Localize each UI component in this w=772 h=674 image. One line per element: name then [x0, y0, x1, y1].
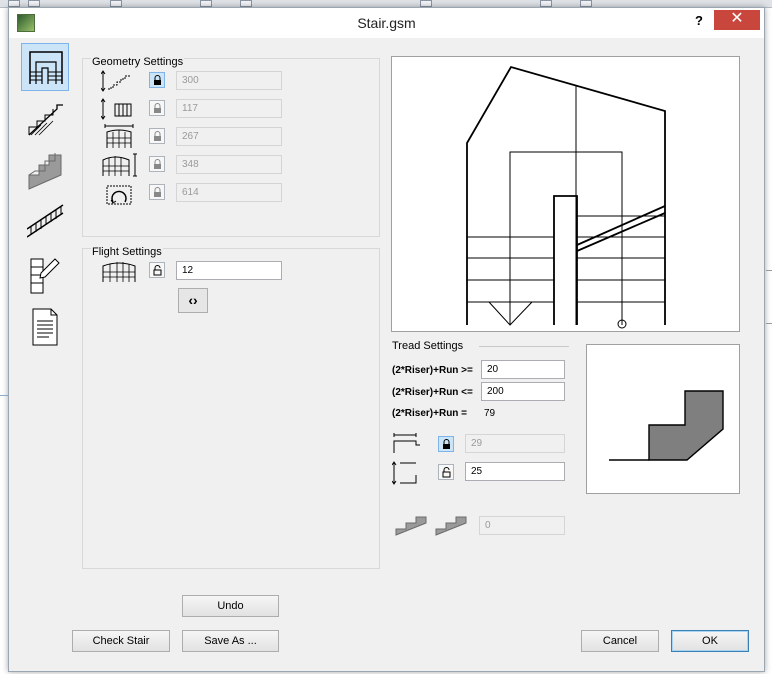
riser-count-icon: [101, 98, 132, 120]
railing-tab[interactable]: [21, 199, 69, 247]
lock-closed-icon: [154, 187, 161, 197]
railing-icon: [27, 204, 64, 238]
lock-closed-icon: [154, 159, 161, 169]
stair-width-icon: [104, 124, 134, 148]
toolbar-icon: [540, 0, 552, 7]
stair-plan-drawing: [466, 65, 666, 329]
background-line: [766, 270, 772, 271]
window-title: Stair.gsm: [357, 15, 416, 31]
lock-closed-icon: [154, 103, 161, 113]
stair-length-icon: [102, 153, 137, 177]
tread-section-drawing: [609, 390, 724, 461]
riser-height-field[interactable]: 25: [465, 462, 565, 481]
lock-closed-icon: [154, 75, 161, 85]
lock-toggle[interactable]: [438, 464, 454, 480]
help-button[interactable]: ?: [689, 13, 709, 31]
stair-turn-icon: [106, 185, 132, 205]
ok-button[interactable]: OK: [671, 630, 749, 652]
tread-settings-title: Tread Settings: [392, 340, 464, 352]
background-line: [0, 395, 8, 396]
geometry-tab[interactable]: [21, 43, 69, 91]
rule-result-label: (2*Riser)+Run =: [392, 408, 468, 419]
riser-height-icon: [392, 461, 417, 485]
save-as-button[interactable]: Save As ...: [182, 630, 279, 652]
lock-open-icon: [153, 265, 162, 276]
plan-symbol-icon: [30, 258, 60, 294]
flight-settings-group: Flight Settings: [82, 246, 380, 569]
structure-tab[interactable]: [21, 95, 69, 143]
lock-toggle[interactable]: [149, 128, 165, 144]
lock-toggle[interactable]: [149, 72, 165, 88]
background-line: [766, 323, 772, 324]
tread-section-preview: [586, 344, 740, 494]
lock-closed-icon: [443, 439, 450, 449]
toolbar-icon: [8, 0, 20, 7]
stair-plan-icon: [29, 51, 63, 84]
document-icon: [32, 308, 58, 346]
max-rule-field[interactable]: 200: [481, 382, 565, 401]
undo-button[interactable]: Undo: [182, 595, 279, 617]
tread-run-icon: [393, 433, 420, 453]
toolbar-icon: [580, 0, 592, 7]
stair-plan-preview: [391, 56, 740, 332]
toolbar-icon: [200, 0, 212, 7]
close-button[interactable]: ✕: [714, 10, 760, 30]
lock-toggle[interactable]: [149, 262, 165, 278]
toolbar-icon: [420, 0, 432, 7]
flight-count-field[interactable]: 12: [176, 261, 282, 280]
lock-open-icon: [442, 467, 451, 478]
lock-toggle[interactable]: [438, 436, 454, 452]
total-height-icon: [101, 70, 131, 92]
nosing-depth-icon: [435, 516, 467, 536]
flight-icon: [102, 262, 136, 282]
stair-turn-field[interactable]: 614: [176, 183, 282, 202]
group-title: Geometry Settings: [91, 56, 185, 68]
lock-closed-icon: [154, 131, 161, 141]
stair-settings-dialog: Stair.gsm ? ✕ Geometry Settings 300 117 …: [8, 7, 765, 672]
tread-run-field[interactable]: 29: [465, 434, 565, 453]
stair-tread-3d-icon: [28, 153, 62, 190]
listing-tab[interactable]: [21, 303, 69, 351]
divider: [479, 346, 569, 347]
symbol-tab[interactable]: [21, 251, 69, 299]
lock-toggle[interactable]: [149, 184, 165, 200]
nosing-field[interactable]: 0: [479, 516, 565, 535]
cancel-button[interactable]: Cancel: [581, 630, 659, 652]
nosing-icon: [395, 516, 427, 536]
flight-stepper-button[interactable]: ‹›: [178, 288, 208, 313]
rule-result-value: 79: [484, 408, 496, 419]
lock-toggle[interactable]: [149, 156, 165, 172]
stair-width-field[interactable]: 267: [176, 127, 282, 146]
riser-field[interactable]: 117: [176, 99, 282, 118]
stair-length-field[interactable]: 348: [176, 155, 282, 174]
finish-tab[interactable]: [21, 147, 69, 195]
stair-section-icon: [28, 104, 63, 136]
title-bar[interactable]: Stair.gsm ? ✕: [9, 8, 764, 38]
min-rule-label: (2*Riser)+Run >=: [392, 365, 473, 376]
toolbar-icon: [110, 0, 122, 7]
toolbar-icon: [240, 0, 252, 7]
check-stair-button[interactable]: Check Stair: [72, 630, 170, 652]
total-height-field[interactable]: 300: [176, 71, 282, 90]
lock-toggle[interactable]: [149, 100, 165, 116]
toolbar-icon: [28, 0, 40, 7]
min-rule-field[interactable]: 20: [481, 360, 565, 379]
max-rule-label: (2*Riser)+Run <=: [392, 387, 473, 398]
group-title: Flight Settings: [91, 246, 163, 258]
